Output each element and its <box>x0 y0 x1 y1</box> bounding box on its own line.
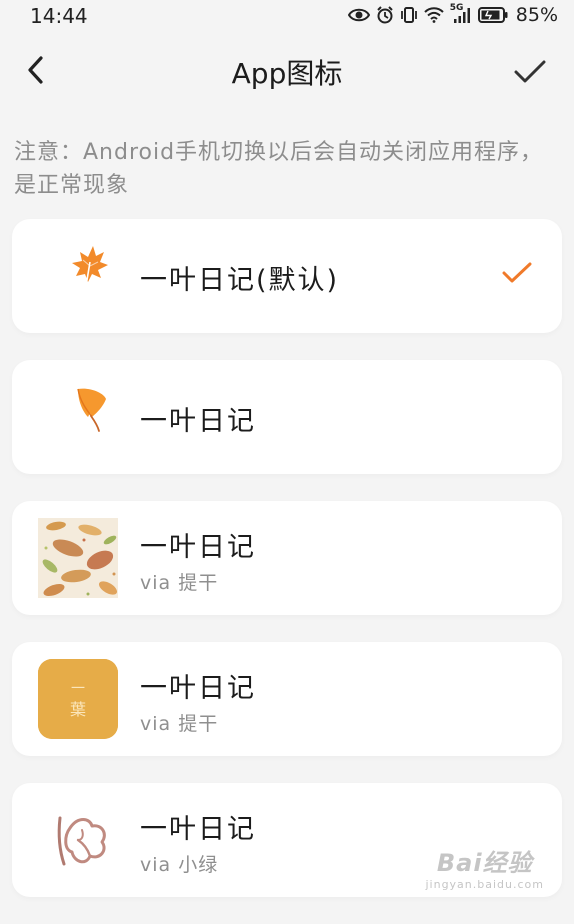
wifi-icon <box>424 7 444 23</box>
battery-icon <box>477 7 508 23</box>
icon-option-credit: via 小绿 <box>140 854 219 876</box>
icon-option-list: 一叶日记(默认) 一叶日记 一叶日记 via 提干 一 葉 一叶日记 via 提… <box>12 219 562 924</box>
sketch-leaf-icon <box>38 800 118 880</box>
yellow-leaf-character-icon: 一 葉 <box>38 659 118 739</box>
page-title: App图标 <box>231 57 343 90</box>
battery-level: 85% <box>515 4 558 26</box>
watermark-url: jingyan.baidu.com <box>425 878 544 891</box>
confirm-button[interactable] <box>508 50 552 94</box>
icon-option-name: 一叶日记 <box>140 673 256 704</box>
status-bar: 14:44 5G 85% <box>0 0 574 32</box>
selected-check-icon <box>502 262 532 283</box>
yellow-icon-bottom-char: 葉 <box>70 700 86 719</box>
icon-option-credit: via 提干 <box>140 572 219 594</box>
icon-option-falling-leaves[interactable]: 一叶日记 via 提干 <box>12 501 562 615</box>
alarm-icon <box>377 6 393 24</box>
falling-leaves-pattern-icon <box>38 518 118 598</box>
icon-option-name: 一叶日记 <box>140 814 256 845</box>
icon-option-default[interactable]: 一叶日记(默认) <box>12 219 562 333</box>
icon-option-credit: via 提干 <box>140 713 219 735</box>
vibrate-icon <box>400 7 417 23</box>
orange-ginkgo-leaf-icon <box>38 377 118 457</box>
eye-icon <box>347 8 370 22</box>
status-icons: 5G 85% <box>347 3 558 26</box>
notice-text: 注意：Android手机切换以后会自动关闭应用程序，是正常现象 <box>14 140 544 198</box>
baidu-jingyan-watermark: Bai经验 jingyan.baidu.com <box>425 843 544 891</box>
yellow-icon-top-char: 一 <box>71 681 85 697</box>
icon-option-name: 一叶日记(默认) <box>140 265 340 296</box>
icon-option-name: 一叶日记 <box>140 532 256 563</box>
icon-option-ginkgo[interactable]: 一叶日记 <box>12 360 562 474</box>
status-time: 14:44 <box>30 4 88 28</box>
watermark-brand: Bai经验 <box>436 849 533 877</box>
icon-option-name: 一叶日记 <box>140 406 256 437</box>
app-bar: App图标 <box>0 38 574 106</box>
cellular-signal-icon: 5G <box>450 3 472 24</box>
icon-option-yellow-character[interactable]: 一 葉 一叶日记 via 提干 <box>12 642 562 756</box>
orange-maple-leaf-icon <box>38 236 118 316</box>
check-icon <box>514 60 546 83</box>
